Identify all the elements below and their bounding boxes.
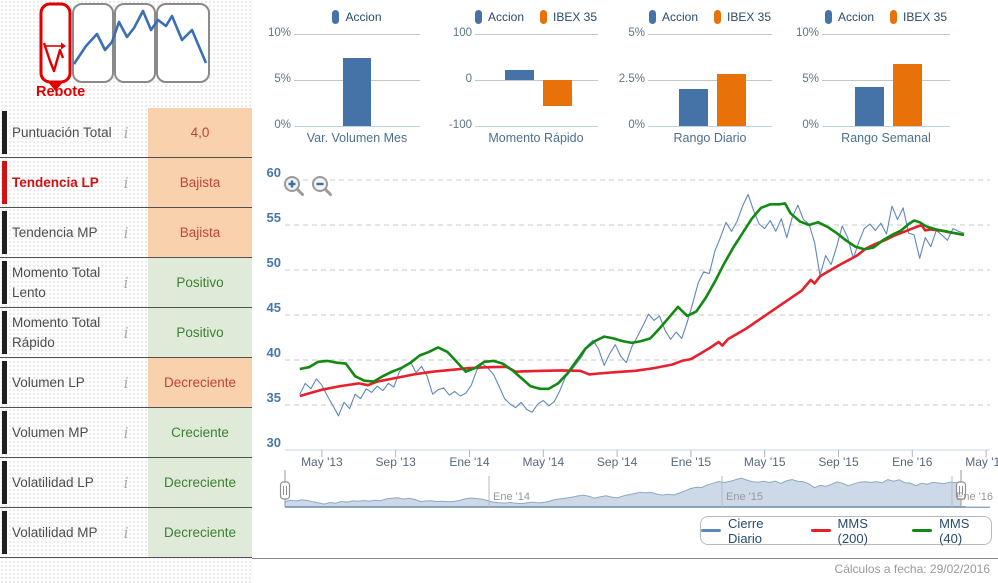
- series-cierre-diario: [300, 194, 964, 415]
- legend-item-mms-200-[interactable]: MMS (200): [811, 516, 897, 546]
- y-axis-label: 40: [239, 345, 281, 360]
- dashboard: Rebote Puntuación Totali4,0Tendencia LPi…: [0, 0, 998, 583]
- x-axis-label: Sep '15: [809, 455, 869, 469]
- zoom-in-icon[interactable]: [283, 175, 305, 197]
- legend-line-swatch: [811, 529, 831, 532]
- legend-line-swatch: [912, 529, 932, 532]
- legend-label: MMS (40): [939, 516, 991, 546]
- legend-item-cierre-diario[interactable]: Cierre Diario: [701, 516, 795, 546]
- legend-line-swatch: [701, 529, 721, 532]
- legend-item-mms-40-[interactable]: MMS (40): [912, 516, 991, 546]
- y-axis-label: 60: [239, 165, 281, 180]
- series-legend: Cierre Diario MMS (200) MMS (40): [700, 516, 992, 545]
- x-axis-label: Ene '15: [661, 455, 721, 469]
- footer-divider: [252, 558, 998, 559]
- x-axis-label: May '15: [735, 455, 795, 469]
- x-axis-label: Ene '16: [882, 455, 942, 469]
- x-axis-label: Sep '13: [366, 455, 426, 469]
- navigator-label: Ene '15: [726, 491, 763, 503]
- x-axis-label: Ene '14: [440, 455, 500, 469]
- y-axis-label: 55: [239, 210, 281, 225]
- navigator-label: Ene '14: [493, 491, 530, 503]
- series-mms-200-: [300, 225, 964, 396]
- x-axis-label: May '16: [956, 455, 998, 469]
- zoom-out-icon[interactable]: [311, 175, 333, 197]
- y-axis-label: 35: [239, 390, 281, 405]
- x-axis-label: May '14: [513, 455, 573, 469]
- x-axis-label: May '13: [292, 455, 352, 469]
- y-axis-label: 45: [239, 300, 281, 315]
- y-axis-label: 50: [239, 255, 281, 270]
- navigator-label: Ene '16: [956, 491, 993, 503]
- legend-label: MMS (200): [838, 516, 897, 546]
- y-axis-label: 30: [239, 435, 281, 450]
- calculation-date: Cálculos a fecha: 29/02/2016: [835, 562, 990, 576]
- series-mms-40-: [300, 203, 964, 388]
- legend-label: Cierre Diario: [728, 516, 794, 546]
- x-axis-label: Sep '14: [587, 455, 647, 469]
